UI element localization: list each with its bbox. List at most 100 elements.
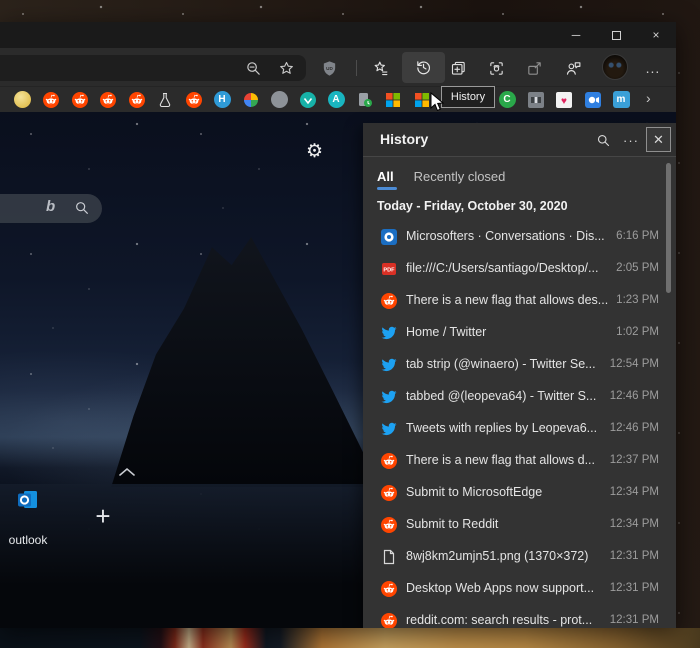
history-item[interactable]: Desktop Web Apps now support...12:31 PM [363, 573, 676, 605]
close-button[interactable]: × [636, 22, 676, 48]
add-shortcut-plus[interactable]: + [90, 504, 116, 530]
history-item[interactable]: Tweets with replies by Leopeva6...12:46 … [363, 413, 676, 445]
reddit-favicon[interactable] [100, 91, 117, 108]
history-panel: History ··· ✕ All Recently closed Today -… [363, 123, 676, 628]
expand-chevron-icon[interactable] [118, 464, 136, 482]
twitter-favicon [381, 421, 397, 437]
history-button[interactable] [402, 52, 445, 83]
history-item-time: 12:37 PM [610, 454, 659, 466]
mouse-cursor [430, 92, 445, 118]
microsoft-favicon[interactable] [385, 91, 402, 108]
minimize-button[interactable]: ─ [556, 22, 596, 48]
history-item-title: Microsofters · Conversations · Dis... [406, 229, 624, 243]
reddit-favicon [381, 517, 397, 533]
desktop-wallpaper-bottom [0, 628, 700, 648]
history-item-title: Desktop Web Apps now support... [406, 581, 624, 595]
page-settings-gear-icon[interactable]: ⚙ [306, 140, 323, 163]
history-item[interactable]: Submit to Reddit12:34 PM [363, 509, 676, 541]
add-favorite-star-icon[interactable] [273, 55, 299, 81]
history-item-time: 12:34 PM [610, 486, 659, 498]
tab-recently-closed[interactable]: Recently closed [414, 169, 506, 190]
favorites-hub-icon[interactable] [367, 55, 393, 81]
history-icon [410, 54, 436, 80]
history-item[interactable]: reddit.com: search results - prot...12:3… [363, 605, 676, 628]
history-item-title: Submit to MicrosoftEdge [406, 485, 624, 499]
history-item-title: Submit to Reddit [406, 517, 624, 531]
history-item[interactable]: There is a new flag that allows des...1:… [363, 285, 676, 317]
history-item[interactable]: 8wj8km2umjn51.png (1370×372)12:31 PM [363, 541, 676, 573]
feedback-icon[interactable] [560, 55, 586, 81]
a-mountain-favicon[interactable]: A [328, 91, 345, 108]
reddit-favicon [381, 293, 397, 309]
search-icon[interactable] [74, 200, 90, 221]
maximize-button[interactable] [596, 22, 636, 48]
doc-history-favicon[interactable] [356, 91, 373, 108]
history-date-header: Today - Friday, October 30, 2020 [377, 199, 568, 213]
camera-app-favicon[interactable] [584, 91, 601, 108]
history-item-time: 12:31 PM [610, 550, 659, 562]
quicklink-label: outlook [2, 533, 54, 547]
gray-site-favicon[interactable] [271, 91, 288, 108]
bing-icon: b [46, 198, 55, 215]
reddit-favicon[interactable] [71, 91, 88, 108]
reddit-favicon[interactable] [43, 91, 60, 108]
web-capture-icon[interactable] [483, 55, 509, 81]
history-item-time: 12:34 PM [610, 518, 659, 530]
history-item-time: 12:46 PM [610, 422, 659, 434]
history-item[interactable]: PDF file:///C:/Users/santiago/Desktop/...… [363, 253, 676, 285]
yellow-ball-favicon[interactable] [14, 91, 31, 108]
search-bar[interactable]: b [0, 194, 102, 223]
history-item-title: There is a new flag that allows d... [406, 453, 624, 467]
toolbar-separator [356, 60, 357, 76]
history-item[interactable]: Submit to MicrosoftEdge12:34 PM [363, 477, 676, 509]
history-item-title: tab strip (@winaero) - Twitter Se... [406, 357, 624, 371]
share-icon[interactable] [521, 55, 547, 81]
zoom-icon[interactable] [240, 55, 266, 81]
tab-all[interactable]: All [377, 169, 394, 190]
panel-scrollbar[interactable] [666, 163, 671, 293]
svg-text:PDF: PDF [383, 268, 395, 274]
history-item-time: 6:16 PM [616, 230, 659, 242]
window-controls: ─ × [556, 22, 676, 48]
history-item-title: file:///C:/Users/santiago/Desktop/... [406, 261, 624, 275]
quicklink-outlook[interactable]: outlook [2, 490, 54, 547]
gif-site-favicon[interactable] [527, 91, 544, 108]
panel-close-icon[interactable]: ✕ [646, 127, 671, 152]
history-item-title: reddit.com: search results - prot... [406, 613, 624, 627]
microsoft-favicon[interactable] [413, 91, 430, 108]
history-item-title: Tweets with replies by Leopeva6... [406, 421, 624, 435]
m-site-favicon[interactable]: m [613, 91, 630, 108]
c-green-favicon[interactable]: C [499, 91, 516, 108]
history-item[interactable]: tab strip (@winaero) - Twitter Se...12:5… [363, 349, 676, 381]
history-panel-title: History [380, 131, 428, 147]
history-item[interactable]: Microsofters · Conversations · Dis...6:1… [363, 221, 676, 253]
twitter-favicon [381, 357, 397, 373]
reddit-favicon[interactable] [128, 91, 145, 108]
history-item-time: 12:31 PM [610, 614, 659, 626]
google-photos-favicon[interactable] [242, 91, 259, 108]
history-item-time: 12:31 PM [610, 582, 659, 594]
svg-text:♥: ♥ [561, 96, 567, 107]
file-favicon [381, 549, 397, 565]
history-item[interactable]: Home / Twitter1:02 PM [363, 317, 676, 349]
heart-site-favicon[interactable]: ♥ [556, 91, 573, 108]
collections-icon[interactable] [445, 55, 471, 81]
history-item[interactable]: tabbed @(leopeva64) - Twitter S...12:46 … [363, 381, 676, 413]
history-item-time: 12:46 PM [610, 390, 659, 402]
reddit-favicon[interactable] [185, 91, 202, 108]
adblock-shield-icon[interactable]: UD [316, 55, 342, 81]
maximize-icon [612, 31, 621, 40]
panel-more-icon[interactable]: ··· [619, 128, 643, 152]
flags-flask-favicon[interactable] [157, 91, 174, 108]
history-item[interactable]: There is a new flag that allows d...12:3… [363, 445, 676, 477]
h-site-favicon[interactable]: H [214, 91, 231, 108]
teal-pin-favicon[interactable] [299, 91, 316, 108]
history-item-title: There is a new flag that allows des... [406, 293, 624, 307]
profile-avatar[interactable] [602, 54, 628, 80]
settings-more-icon[interactable]: ... [640, 55, 666, 81]
history-item-time: 12:54 PM [610, 358, 659, 370]
favorites-overflow-chevron[interactable]: › [646, 90, 651, 106]
panel-search-icon[interactable] [591, 128, 615, 152]
twitter-favicon [381, 325, 397, 341]
history-tooltip: History [441, 86, 495, 108]
